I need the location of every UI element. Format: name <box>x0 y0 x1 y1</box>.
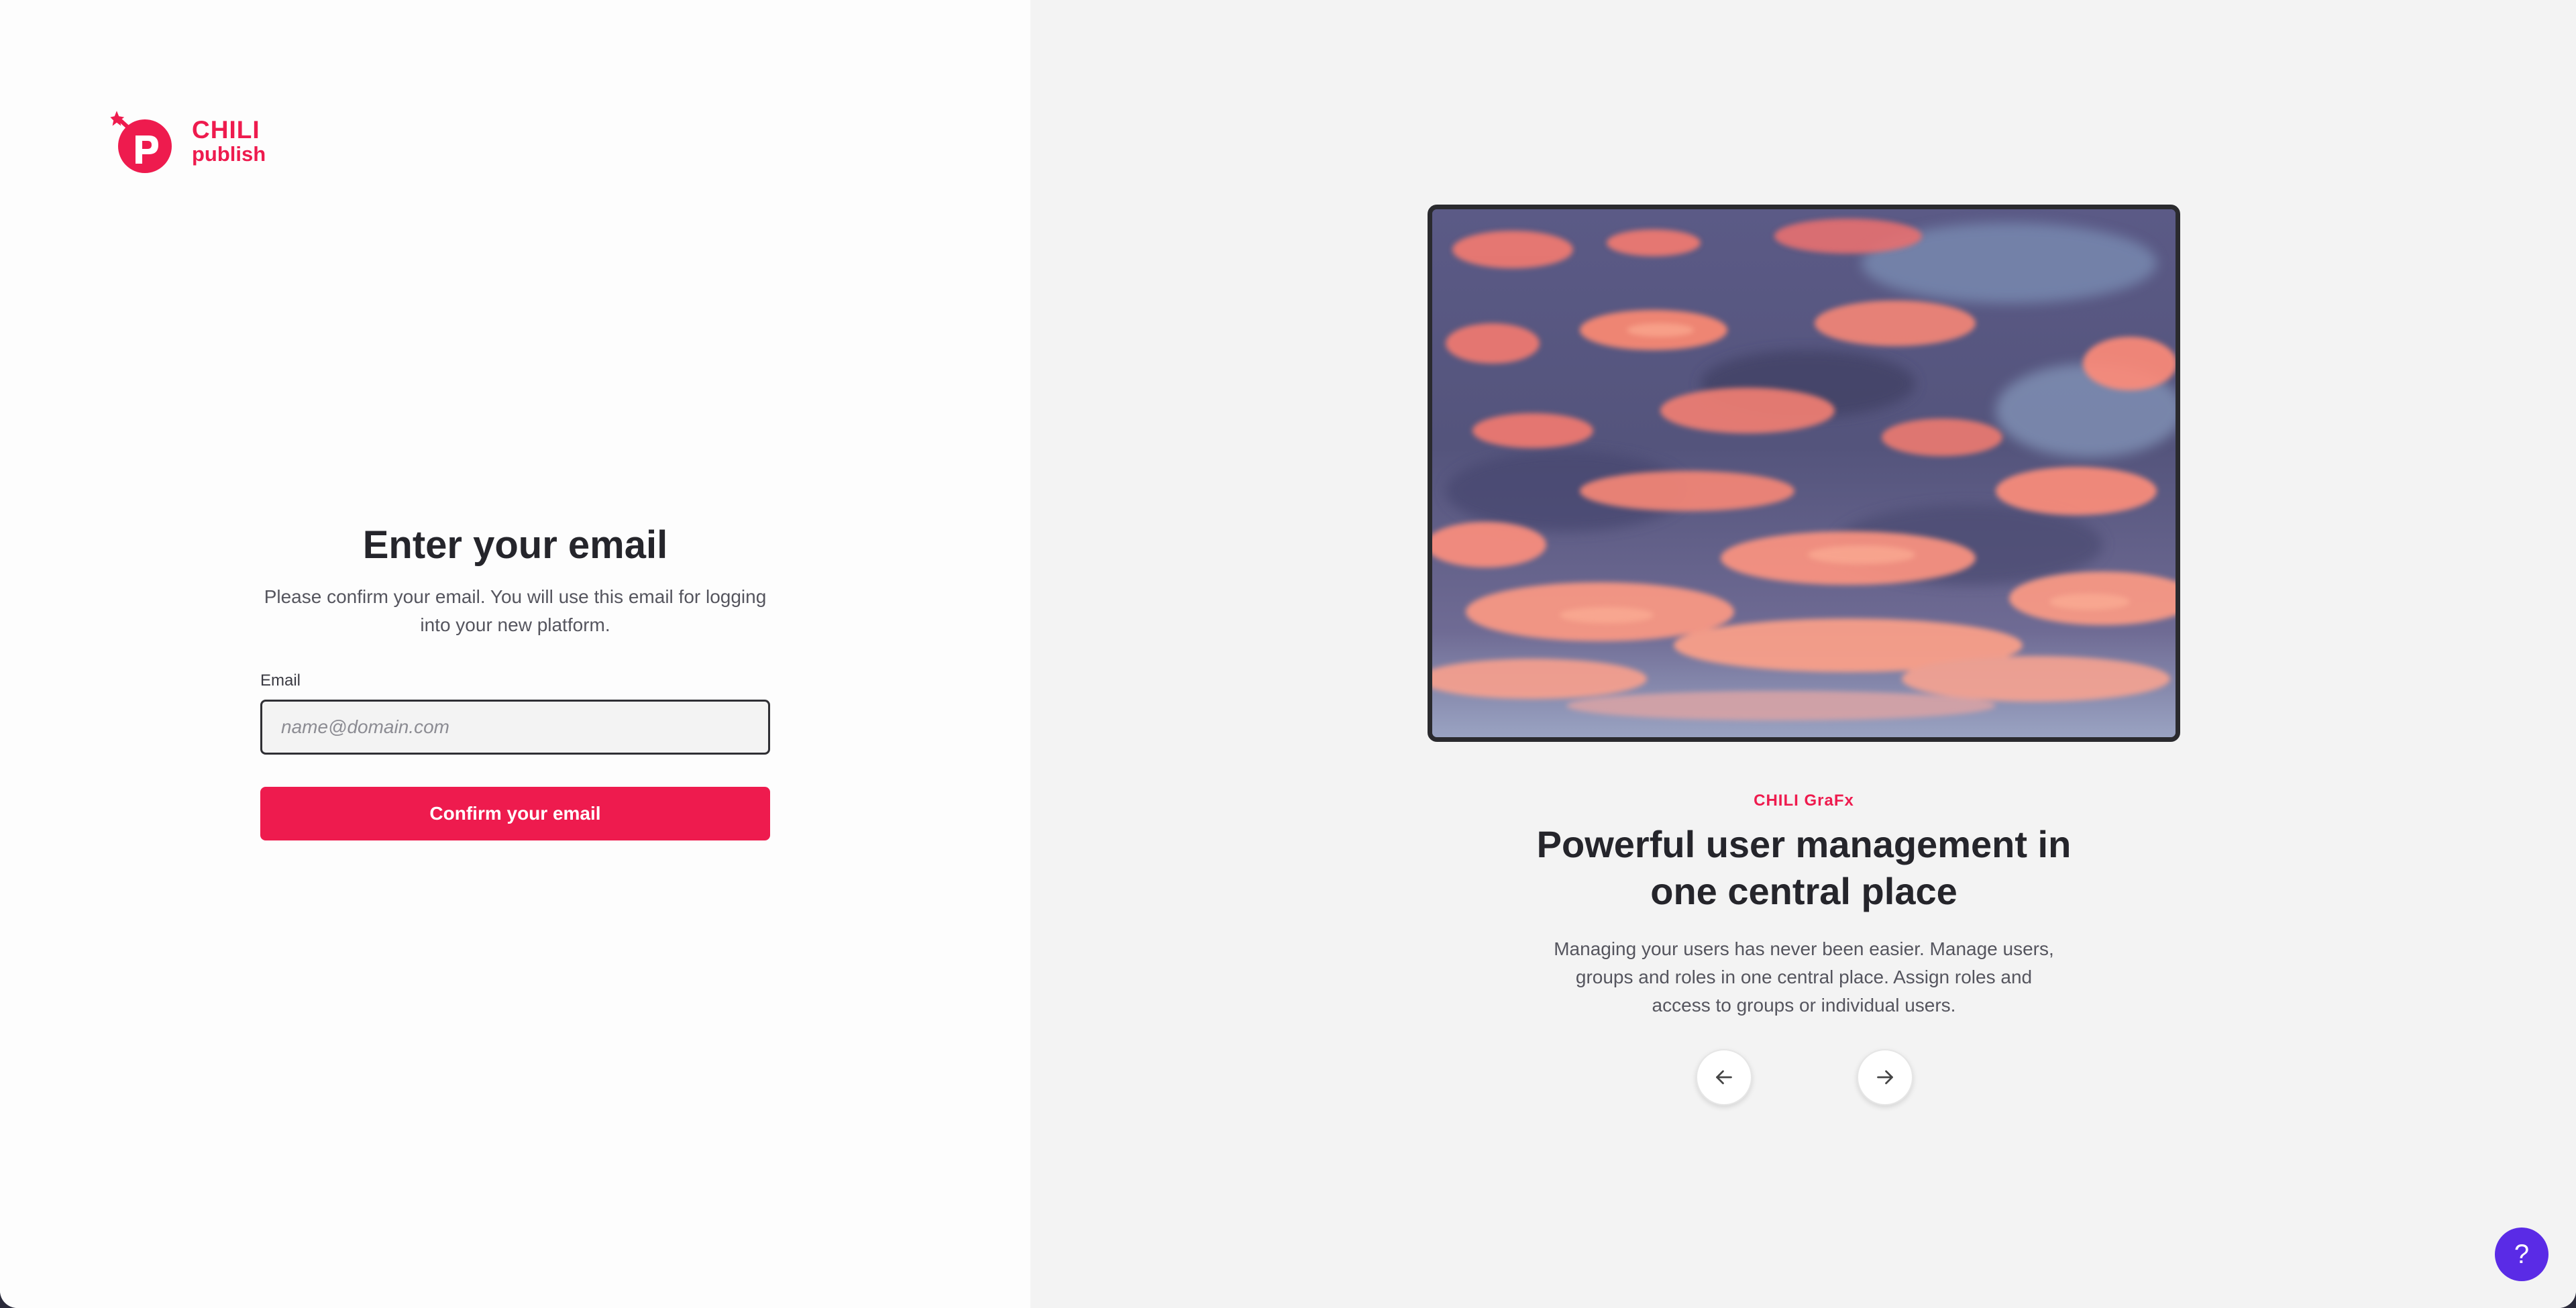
form-subtitle: Please confirm your email. You will use … <box>264 586 767 635</box>
feature-carousel: CHILI GraFx Powerful user management in … <box>1030 0 2576 1308</box>
form-title: Enter your email <box>362 523 668 567</box>
arrow-left-icon <box>1716 1070 1732 1085</box>
slide-image <box>1428 205 2180 742</box>
email-form: Enter your email Please confirm your ema… <box>260 523 770 840</box>
slide-eyebrow: CHILI GraFx <box>1754 792 1854 810</box>
slide-title: Powerful user management in one central … <box>1536 823 2072 912</box>
brand-logo[interactable]: CHILI publish <box>107 107 266 174</box>
help-button[interactable]: ? <box>2495 1228 2548 1281</box>
slide-content: CHILI GraFx Powerful user management in … <box>1428 792 2180 1020</box>
next-slide-button[interactable] <box>1857 1049 1913 1105</box>
email-label: Email <box>260 671 301 690</box>
arrow-right-icon <box>1877 1070 1893 1085</box>
question-mark-icon: ? <box>2514 1240 2530 1269</box>
chili-logo-icon <box>110 111 172 173</box>
email-input[interactable] <box>260 699 770 755</box>
login-page: CHILI publish Enter your email Please co… <box>0 0 2576 1308</box>
slide-description: Managing your users has never been easie… <box>1554 938 2054 1016</box>
brand-name-line1: CHILI <box>192 116 260 144</box>
previous-slide-button[interactable] <box>1696 1049 1752 1105</box>
confirm-email-button[interactable]: Confirm your email <box>260 786 770 840</box>
carousel-controls <box>1696 1049 1913 1105</box>
brand-name-line2: publish <box>192 142 266 166</box>
sunset-clouds-image <box>1432 209 2176 737</box>
brand-name: CHILI publish <box>192 117 266 164</box>
email-panel: CHILI publish Enter your email Please co… <box>0 0 1030 1308</box>
